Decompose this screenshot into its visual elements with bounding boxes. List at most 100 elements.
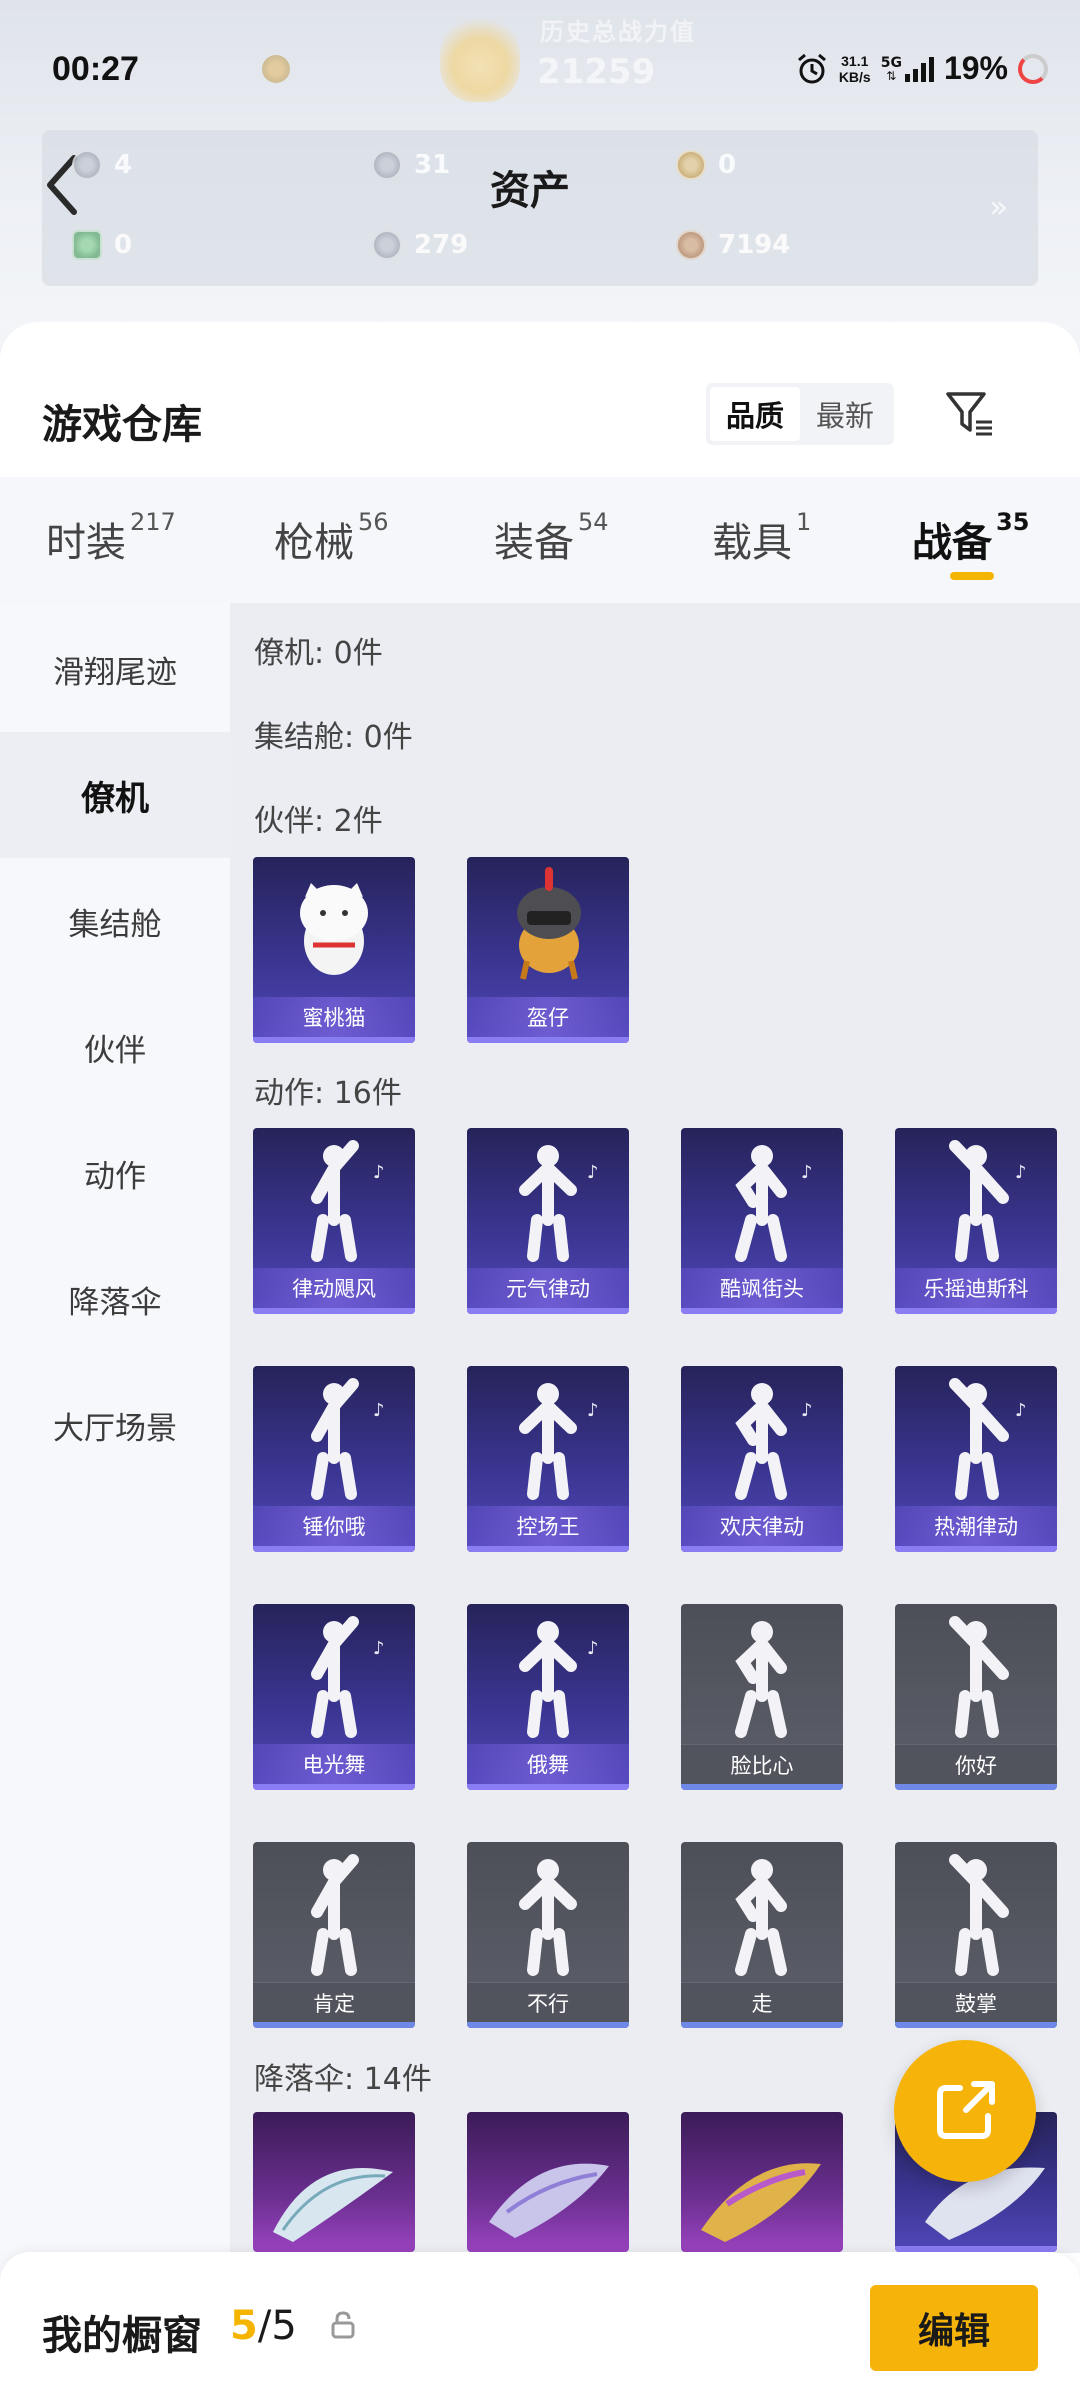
action-item[interactable]: 鼓掌 bbox=[895, 1842, 1057, 2028]
action-item[interactable]: 不行 bbox=[467, 1842, 629, 2028]
music-note-icon: ♪ bbox=[373, 1400, 385, 1421]
edit-button[interactable]: 编辑 bbox=[870, 2285, 1038, 2371]
filter-icon[interactable] bbox=[944, 388, 996, 440]
status-bar: 00:27 31.1 KB/s 5G ⇅ 19% bbox=[0, 40, 1080, 100]
action-item[interactable]: 脸比心 bbox=[681, 1604, 843, 1790]
sidebar-item-parachute[interactable]: 降落伞 bbox=[0, 1236, 230, 1362]
action-item[interactable]: ♪ 酷飒街头 bbox=[681, 1128, 843, 1314]
tab-firearms[interactable]: 枪械 56 bbox=[274, 508, 389, 568]
item-name: 你好 bbox=[895, 1744, 1057, 1784]
sort-by-quality[interactable]: 品质 bbox=[710, 387, 800, 441]
partner-item[interactable]: 盔仔 bbox=[467, 857, 629, 1043]
parachute-icon bbox=[701, 2163, 821, 2242]
sort-by-newest[interactable]: 最新 bbox=[800, 387, 890, 441]
dance-pose-icon: ♪ bbox=[311, 1140, 385, 1262]
section-wingman: 僚机: 0件 bbox=[254, 636, 383, 671]
item-name: 鼓掌 bbox=[895, 1982, 1057, 2022]
signal-indicator: 5G ⇅ bbox=[881, 56, 934, 82]
dance-pose-icon: ♪ bbox=[949, 1378, 1027, 1500]
network-type: 5G bbox=[880, 54, 902, 71]
asset-item: 4 bbox=[72, 150, 132, 180]
item-name: 盔仔 bbox=[467, 997, 629, 1037]
item-name: 欢庆律动 bbox=[681, 1506, 843, 1546]
sidebar-item-action[interactable]: 动作 bbox=[0, 1110, 230, 1236]
dance-pose-icon: ♪ bbox=[735, 1145, 813, 1262]
parachute-item[interactable] bbox=[253, 2112, 415, 2252]
tab-gear[interactable]: 装备 54 bbox=[494, 508, 609, 568]
dance-pose-icon bbox=[735, 1621, 787, 1738]
tab-fashion[interactable]: 时装 217 bbox=[46, 508, 176, 568]
music-note-icon: ♪ bbox=[1015, 1162, 1027, 1183]
music-note-icon: ♪ bbox=[587, 1400, 599, 1421]
dance-pose-icon: ♪ bbox=[311, 1378, 385, 1500]
sidebar-item-lobby-scene[interactable]: 大厅场景 bbox=[0, 1362, 230, 1488]
action-item[interactable]: 你好 bbox=[895, 1604, 1057, 1790]
asset-item: 31 bbox=[372, 150, 450, 180]
dance-pose-icon: ♪ bbox=[735, 1383, 813, 1500]
action-item[interactable]: 肯定 bbox=[253, 1842, 415, 2028]
sidebar-item-glide-trail[interactable]: 滑翔尾迹 bbox=[0, 606, 230, 732]
sidebar-item-assembly-pod[interactable]: 集结舱 bbox=[0, 858, 230, 984]
dance-pose-icon: ♪ bbox=[519, 1621, 599, 1738]
item-name: 乐摇迪斯科 bbox=[895, 1268, 1057, 1308]
item-name: 肯定 bbox=[253, 1982, 415, 2022]
action-item[interactable]: ♪ 热潮律动 bbox=[895, 1366, 1057, 1552]
sidebar-item-partner[interactable]: 伙伴 bbox=[0, 984, 230, 1110]
lock-icon bbox=[331, 2311, 355, 2339]
item-name: 脸比心 bbox=[681, 1744, 843, 1784]
asset-title: 资产 bbox=[490, 168, 570, 214]
music-note-icon: ♪ bbox=[373, 1162, 385, 1183]
item-name: 控场王 bbox=[467, 1506, 629, 1546]
share-button[interactable] bbox=[894, 2040, 1036, 2182]
action-item[interactable]: ♪ 电光舞 bbox=[253, 1604, 415, 1790]
action-item[interactable]: ♪ 欢庆律动 bbox=[681, 1366, 843, 1552]
showcase-count: 5/5 bbox=[230, 2303, 297, 2349]
double-chevron-right-icon[interactable]: » bbox=[990, 190, 1008, 225]
asset-item: 0 bbox=[72, 230, 132, 260]
asset-item: 0 bbox=[676, 150, 736, 180]
signal-bars-icon bbox=[904, 56, 934, 82]
action-item[interactable]: ♪ 乐摇迪斯科 bbox=[895, 1128, 1057, 1314]
item-name: 不行 bbox=[467, 1982, 629, 2022]
item-name: 热潮律动 bbox=[895, 1506, 1057, 1546]
parachute-icon bbox=[489, 2163, 609, 2238]
music-note-icon: ♪ bbox=[587, 1162, 599, 1183]
item-name: 俄舞 bbox=[467, 1744, 629, 1784]
section-assembly-pod: 集结舱: 0件 bbox=[254, 720, 413, 755]
item-name: 元气律动 bbox=[467, 1268, 629, 1308]
dance-pose-icon bbox=[311, 1854, 359, 1976]
bronze-coin-icon bbox=[676, 230, 706, 260]
dance-pose-icon: ♪ bbox=[519, 1145, 599, 1262]
section-parachute: 降落伞: 14件 bbox=[254, 2062, 432, 2097]
tab-vehicles[interactable]: 载具 1 bbox=[712, 508, 811, 568]
action-item[interactable]: 走 bbox=[681, 1842, 843, 2028]
item-name: 走 bbox=[681, 1982, 843, 2022]
item-name: 电光舞 bbox=[253, 1744, 415, 1784]
music-note-icon: ♪ bbox=[1015, 1400, 1027, 1421]
parachute-item[interactable] bbox=[681, 2112, 843, 2252]
silver-coin-icon bbox=[372, 150, 402, 180]
silver-token-icon bbox=[372, 230, 402, 260]
dance-pose-icon: ♪ bbox=[949, 1140, 1027, 1262]
item-name: 蜜桃猫 bbox=[253, 997, 415, 1037]
sidebar-item-wingman[interactable]: 僚机 bbox=[0, 732, 230, 858]
dance-pose-icon: ♪ bbox=[519, 1383, 599, 1500]
action-item[interactable]: ♪ 元气律动 bbox=[467, 1128, 629, 1314]
peach-cat-icon bbox=[300, 883, 368, 975]
music-note-icon: ♪ bbox=[801, 1162, 813, 1183]
battery-ring-icon bbox=[1018, 53, 1048, 84]
item-name: 锤你哦 bbox=[253, 1506, 415, 1546]
dance-pose-icon bbox=[735, 1859, 787, 1976]
active-tab-indicator bbox=[950, 572, 994, 580]
action-item[interactable]: ♪ 锤你哦 bbox=[253, 1366, 415, 1552]
action-item[interactable]: ♪ 俄舞 bbox=[467, 1604, 629, 1790]
action-item[interactable]: ♪ 律动飓风 bbox=[253, 1128, 415, 1314]
green-ticket-icon bbox=[72, 230, 102, 260]
battery-level: 19% bbox=[943, 50, 1008, 86]
tab-battle-prep[interactable]: 战备 35 bbox=[912, 508, 1029, 568]
dance-pose-icon: ♪ bbox=[311, 1616, 385, 1738]
parachute-icon bbox=[273, 2168, 393, 2242]
parachute-item[interactable] bbox=[467, 2112, 629, 2252]
partner-item[interactable]: 蜜桃猫 bbox=[253, 857, 415, 1043]
action-item[interactable]: ♪ 控场王 bbox=[467, 1366, 629, 1552]
